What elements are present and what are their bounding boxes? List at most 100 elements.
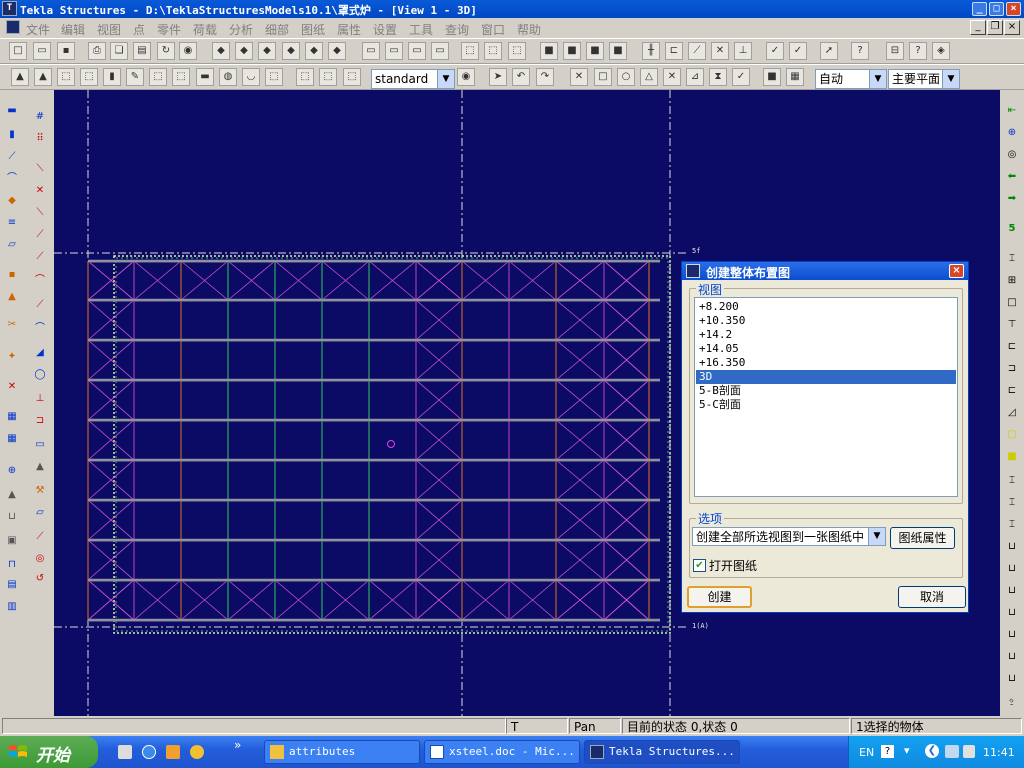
yellow-box-2-icon[interactable]: ■ — [1003, 448, 1021, 466]
diag-line-2-icon[interactable]: ⟍ — [31, 204, 49, 222]
create-button[interactable]: 创建 — [687, 586, 752, 608]
filter-13-icon[interactable]: ⬚ — [343, 68, 361, 86]
plane-select[interactable]: 主要平面 ▼ — [888, 69, 960, 89]
redo-icon[interactable]: ↷ — [536, 68, 554, 86]
mdi-minimize-button[interactable]: _ — [970, 20, 986, 35]
select-object-icon[interactable]: ▲ — [34, 68, 52, 86]
filter-6-icon[interactable]: ⬚ — [172, 68, 190, 86]
paste-icon[interactable]: ▤ — [133, 42, 151, 60]
pointer-icon[interactable]: ➤ — [489, 68, 507, 86]
menu-drawing[interactable]: 图纸 — [301, 21, 325, 38]
profile-ibeam-3-icon[interactable]: ⌶ — [1003, 516, 1021, 534]
macro-icon[interactable]: ➚ — [820, 42, 838, 60]
twin-profile-icon[interactable]: ≡ — [3, 214, 21, 232]
list-item[interactable]: 5-C剖面 — [696, 398, 956, 412]
open-drawing-checkbox[interactable]: ✔ — [693, 559, 706, 572]
snap-4-icon[interactable]: ✕ — [711, 42, 729, 60]
copy-icon[interactable]: ❏ — [110, 42, 128, 60]
plane-icon[interactable]: ▱ — [31, 504, 49, 522]
snap-orange-2-icon[interactable]: □ — [594, 68, 612, 86]
profile-channel-4-icon[interactable]: ⊔ — [1003, 604, 1021, 622]
plate-icon[interactable]: ◆ — [3, 192, 21, 210]
render-3-icon[interactable]: ■ — [586, 42, 604, 60]
chamfer-icon[interactable]: ▲ — [31, 458, 49, 476]
profile-box-icon[interactable]: □ — [1003, 294, 1021, 312]
arrow-in-icon[interactable]: ⇤ — [1003, 102, 1021, 120]
panel-icon[interactable]: ▣ — [3, 532, 21, 550]
filter-8-icon[interactable]: ◍ — [219, 68, 237, 86]
snap-3-icon[interactable]: ⟋ — [688, 42, 706, 60]
grid-lines-icon[interactable]: # — [31, 108, 49, 126]
corner-point-icon[interactable]: ⊐ — [31, 412, 49, 430]
profile-h-icon[interactable]: ⊞ — [1003, 272, 1021, 290]
select-1-icon[interactable]: ⬚ — [461, 42, 479, 60]
menu-file[interactable]: 文件 — [26, 21, 50, 38]
pad-icon[interactable]: ⊔ — [3, 508, 21, 526]
profile-l-icon[interactable]: ⊏ — [1003, 338, 1021, 356]
drawing-properties-button[interactable]: 图纸属性 — [890, 527, 955, 549]
component-icon[interactable]: ▦ — [3, 430, 21, 448]
wall-icon[interactable]: ▥ — [3, 598, 21, 616]
globe-icon[interactable]: ◉ — [179, 42, 197, 60]
dialog-title-bar[interactable]: 创建整体布置图 × — [682, 262, 968, 280]
filter-10-icon[interactable]: ⬚ — [265, 68, 283, 86]
window-4-icon[interactable]: ▭ — [431, 42, 449, 60]
offset-point-icon[interactable]: ⊥ — [31, 390, 49, 408]
help-icon[interactable]: ? — [851, 42, 869, 60]
app-quicklaunch-icon[interactable] — [166, 745, 180, 759]
menu-query[interactable]: 查询 — [445, 21, 469, 38]
ruler-icon[interactable]: ⟋ — [31, 528, 49, 546]
network-tray-icon[interactable] — [945, 745, 959, 758]
line-point-icon[interactable]: ⟋ — [31, 248, 49, 266]
menu-point[interactable]: 点 — [133, 21, 145, 38]
list-item[interactable]: +16.350 — [696, 356, 956, 370]
number-5-icon[interactable]: 5 — [1003, 220, 1021, 238]
undo-icon[interactable]: ↶ — [512, 68, 530, 86]
select-2-icon[interactable]: ⬚ — [484, 42, 502, 60]
selection-filter-select[interactable]: standard ▼ — [371, 69, 455, 89]
part-tool-4-icon[interactable]: ◆ — [282, 42, 300, 60]
tool-3-icon[interactable]: ◈ — [932, 42, 950, 60]
extend-point-icon[interactable]: ⟋ — [31, 296, 49, 314]
taskbar-item-word[interactable]: xsteel.doc - Mic... — [424, 740, 580, 764]
snap-5-icon[interactable]: ⊥ — [734, 42, 752, 60]
snap-orange-8-icon[interactable]: ✓ — [732, 68, 750, 86]
profile-channel-7-icon[interactable]: ⊔ — [1003, 670, 1021, 688]
tool-1-icon[interactable]: ⊟ — [886, 42, 904, 60]
list-item[interactable]: 5-B剖面 — [696, 384, 956, 398]
profile-z-icon[interactable]: ⊐ — [1003, 360, 1021, 378]
binoculars-icon[interactable]: ◎ — [1003, 146, 1021, 164]
snap-mode-select[interactable]: 自动 ▼ — [815, 69, 887, 89]
arrow-right-icon[interactable]: ➡ — [1003, 190, 1021, 208]
part-tool-3-icon[interactable]: ◆ — [258, 42, 276, 60]
filter-settings-icon[interactable]: ◉ — [457, 68, 475, 86]
profile-channel-2-icon[interactable]: ⊔ — [1003, 560, 1021, 578]
snap-orange-3-icon[interactable]: ○ — [617, 68, 635, 86]
arrow-left-icon[interactable]: ⬅ — [1003, 168, 1021, 186]
document-system-icon[interactable] — [6, 20, 20, 34]
snap-orange-9-icon[interactable]: ■ — [763, 68, 781, 86]
filter-5-icon[interactable]: ⬚ — [149, 68, 167, 86]
dotted-grid-icon[interactable]: ⠿ — [31, 130, 49, 148]
start-button[interactable]: 开始 — [0, 736, 98, 768]
list-item-selected[interactable]: 3D — [696, 370, 956, 384]
snap-orange-1-icon[interactable]: ✕ — [570, 68, 588, 86]
part-tool-1-icon[interactable]: ◆ — [212, 42, 230, 60]
menu-help[interactable]: 帮助 — [517, 21, 541, 38]
bolt-icon[interactable]: ▪ — [3, 266, 21, 284]
part-tool-6-icon[interactable]: ◆ — [328, 42, 346, 60]
profile-channel-5-icon[interactable]: ⊔ — [1003, 626, 1021, 644]
shelf-icon[interactable]: ▤ — [3, 576, 21, 594]
arc-point-icon[interactable]: ⌒ — [31, 272, 49, 290]
snap-orange-5-icon[interactable]: ✕ — [663, 68, 681, 86]
menu-window[interactable]: 窗口 — [481, 21, 505, 38]
snap-1-icon[interactable]: ╫ — [642, 42, 660, 60]
profile-ibeam-1-icon[interactable]: ⌶ — [1003, 472, 1021, 490]
filter-3-icon[interactable]: ▮ — [103, 68, 121, 86]
new-icon[interactable]: □ — [9, 42, 27, 60]
tekla-app-icon[interactable]: T — [2, 1, 17, 16]
mdi-close-button[interactable]: × — [1004, 20, 1020, 35]
hammer-icon[interactable]: ⚒ — [31, 482, 49, 500]
profile-i-icon[interactable]: ⌶ — [1003, 250, 1021, 268]
close-button[interactable]: × — [1006, 2, 1021, 16]
